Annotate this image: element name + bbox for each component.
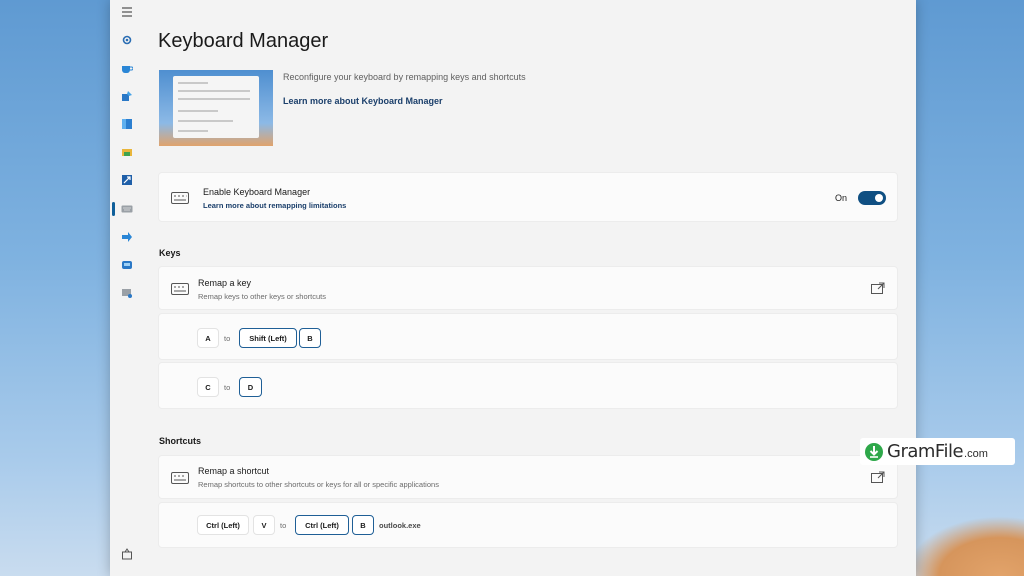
page-description: Reconfigure your keyboard by remapping k…	[283, 72, 526, 82]
open-external-icon[interactable]	[871, 282, 885, 294]
watermark-tld: .com	[964, 447, 988, 460]
learn-more-link[interactable]: Learn more about Keyboard Manager	[283, 96, 443, 106]
remap-key-title: Remap a key	[198, 278, 252, 288]
keyboard-icon	[171, 472, 189, 484]
awake-icon[interactable]	[119, 60, 135, 76]
key-b: B	[299, 328, 321, 348]
toggle-state-label: On	[835, 193, 848, 203]
key-c: C	[197, 377, 219, 397]
key-a: A	[197, 328, 219, 348]
enable-keyboard-manager-card: Enable Keyboard Manager Learn more about…	[158, 172, 898, 222]
menu-icon[interactable]	[119, 4, 135, 20]
remap-key-subtitle: Remap keys to other keys or shortcuts	[198, 292, 326, 301]
mouse-utilities-icon[interactable]	[119, 229, 135, 245]
key-b-target: B	[352, 515, 374, 535]
quick-accent-icon[interactable]	[119, 285, 135, 301]
key-v: V	[253, 515, 275, 535]
remap-shortcut-card[interactable]: Remap a shortcut Remap shortcuts to othe…	[158, 455, 898, 499]
watermark-brand: GramFile	[887, 441, 964, 462]
nav-active-indicator	[112, 202, 115, 216]
keyboard-manager-icon[interactable]	[119, 201, 135, 217]
shortcut-mapping-row: Ctrl (Left) V to Ctrl (Left) B outlook.e…	[158, 502, 898, 548]
image-resizer-icon[interactable]	[119, 172, 135, 188]
wallpaper-sand	[904, 516, 1024, 576]
nav-rail	[110, 0, 144, 576]
shortcuts-section-header: Shortcuts	[159, 436, 202, 446]
general-icon[interactable]	[119, 32, 135, 48]
keys-section-header: Keys	[159, 248, 181, 258]
gramfile-logo-icon	[865, 442, 883, 461]
to-label: to	[280, 521, 287, 530]
keyboard-icon	[171, 283, 189, 295]
key-ctrl-left: Ctrl (Left)	[197, 515, 249, 535]
keyboard-icon	[171, 192, 189, 204]
key-ctrl-left-target: Ctrl (Left)	[295, 515, 349, 535]
powertoys-settings-window: Keyboard Manager Reconfigure your keyboa…	[110, 0, 916, 576]
page-title: Keyboard Manager	[158, 30, 329, 52]
target-app: outlook.exe	[379, 521, 421, 530]
color-picker-icon[interactable]	[119, 88, 135, 104]
to-label: to	[224, 383, 231, 392]
gramfile-watermark: GramFile .com	[860, 438, 1015, 465]
toggle-knob	[875, 194, 883, 202]
hero-image	[159, 70, 273, 146]
enable-title: Enable Keyboard Manager	[203, 187, 311, 197]
peek-icon[interactable]	[119, 257, 135, 273]
enable-toggle[interactable]	[858, 191, 886, 205]
whats-new-icon[interactable]	[119, 546, 135, 562]
file-explorer-icon[interactable]	[119, 144, 135, 160]
key-mapping-row: A to Shift (Left) B	[158, 313, 898, 360]
key-d: D	[239, 377, 262, 397]
remap-shortcut-title: Remap a shortcut	[198, 466, 270, 476]
key-shift-left: Shift (Left)	[239, 328, 297, 348]
to-label: to	[224, 334, 231, 343]
fancyzones-icon[interactable]	[119, 116, 135, 132]
remap-shortcut-subtitle: Remap shortcuts to other shortcuts or ke…	[198, 480, 439, 489]
remapping-limitations-link[interactable]: Learn more about remapping limitations	[203, 201, 346, 210]
key-mapping-row: C to D	[158, 362, 898, 409]
remap-key-card[interactable]: Remap a key Remap keys to other keys or …	[158, 266, 898, 310]
open-external-icon[interactable]	[871, 471, 885, 483]
